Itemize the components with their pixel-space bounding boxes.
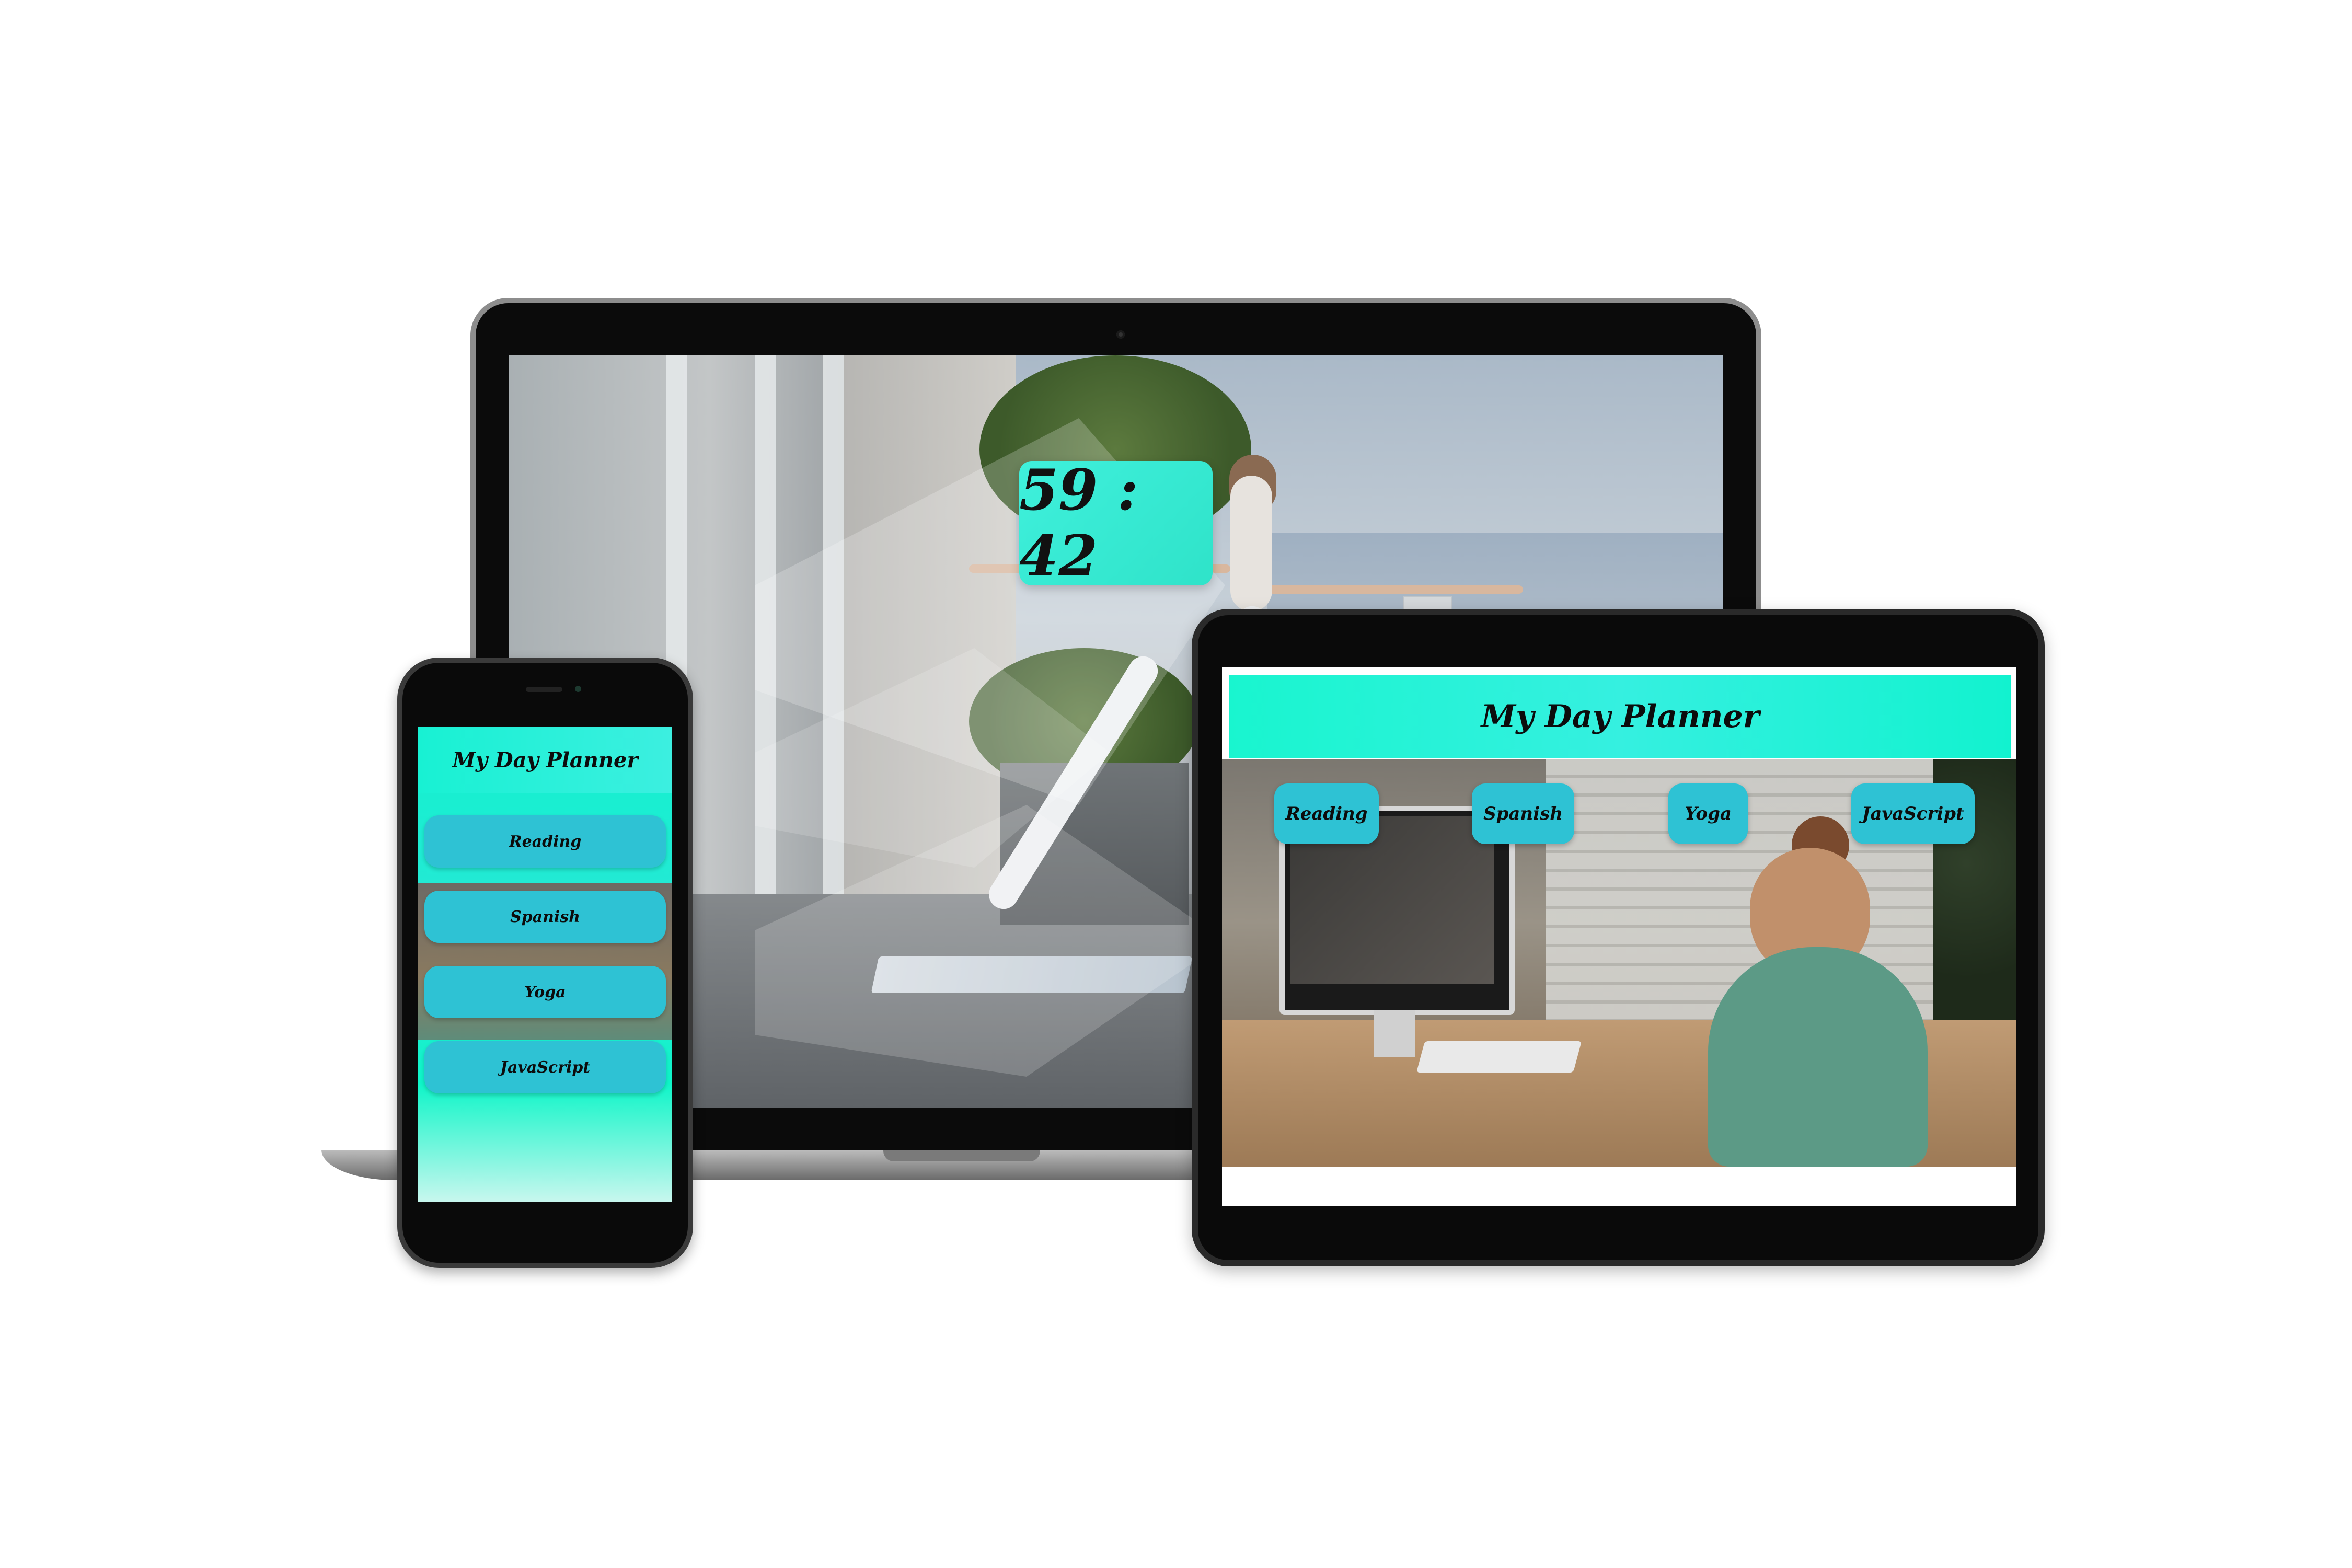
reading-button[interactable]: Reading [424,815,666,868]
reading-button[interactable]: Reading [1274,783,1379,844]
monitor-stand [1374,1010,1415,1057]
yoga-button[interactable]: Yoga [1668,783,1748,844]
javascript-button[interactable]: JavaScript [424,1041,666,1093]
keyboard [1416,1041,1582,1073]
phone: My Day Planner Reading Spanish Yoga Java… [397,658,693,1268]
person-hoodie [1708,947,1928,1167]
countdown-timer: 59 : 42 [1019,457,1213,589]
device-mockup-stage: 59 : 42 My Day Planner Reading Spanish Y… [0,0,2352,1568]
person-body [1230,476,1272,612]
page-title: My Day Planner [1229,675,2011,758]
phone-screen: My Day Planner Reading Spanish Yoga Java… [418,727,672,1202]
yoga-button[interactable]: Yoga [424,966,666,1018]
laptop-notch [883,1150,1040,1161]
spanish-button[interactable]: Spanish [1472,783,1574,844]
yoga-mat [871,956,1193,993]
page-title: My Day Planner [418,727,672,793]
camera-icon [1116,330,1125,339]
camera-icon [575,686,581,692]
javascript-button[interactable]: JavaScript [1851,783,1975,844]
tablet: My Day Planner Reading Spanish Yoga Java… [1192,609,2045,1266]
person-arm-right [1267,585,1523,594]
spanish-button[interactable]: Spanish [424,891,666,943]
tablet-screen: My Day Planner Reading Spanish Yoga Java… [1222,667,2016,1206]
phone-speaker [526,687,562,692]
